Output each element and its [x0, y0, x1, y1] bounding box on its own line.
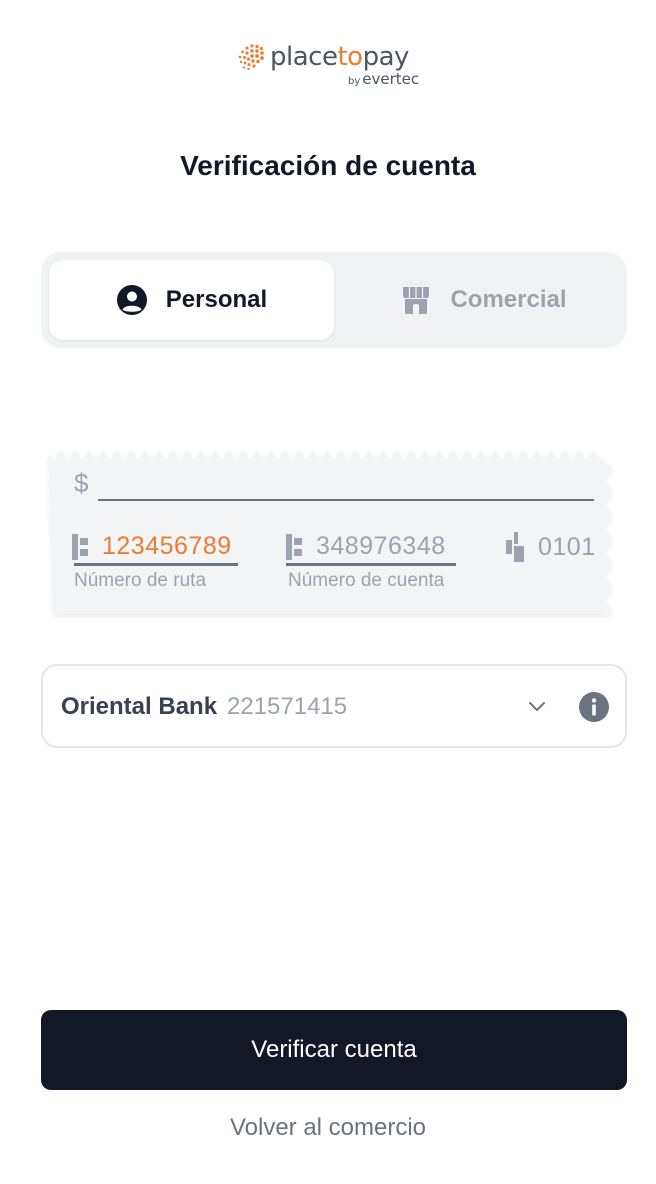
check-illustration: $ 123456789 Número de ruta 348976348 Núm… [46, 446, 614, 618]
user-circle-icon [116, 285, 147, 315]
account-number-value: 348976348 [316, 532, 446, 560]
tab-comercial-label: Comercial [450, 286, 567, 313]
check-number-value: 0101 [538, 532, 596, 561]
logo-dots-icon [238, 44, 264, 71]
info-icon[interactable] [578, 691, 610, 723]
tab-comercial[interactable]: Comercial [341, 260, 626, 340]
micr-on-us-icon [506, 532, 524, 562]
account-number-label: Número de cuenta [288, 570, 445, 591]
account-number: 348976348 [286, 532, 446, 561]
verify-account-button[interactable]: Verificar cuenta [41, 1010, 627, 1090]
account-underline [286, 563, 456, 566]
routing-number-label: Número de ruta [74, 570, 207, 591]
micr-transit-icon [72, 533, 88, 560]
micr-transit-icon [286, 533, 302, 560]
check-number: 0101 [506, 532, 596, 562]
amount-line [98, 499, 594, 501]
storefront-icon [403, 287, 430, 314]
routing-number: 123456789 [72, 532, 232, 561]
page-title: Verificación de cuenta [180, 150, 476, 181]
routing-underline [74, 563, 238, 566]
chevron-down-icon[interactable] [527, 696, 547, 716]
routing-number-value: 123456789 [102, 532, 232, 560]
bank-name: Oriental Bank [61, 693, 218, 720]
tab-personal-label: Personal [165, 286, 268, 313]
tab-personal[interactable]: Personal [49, 260, 334, 340]
bank-select[interactable]: Oriental Bank 221571415 [41, 664, 627, 748]
brand-wordmark: placetopay [270, 42, 409, 72]
brand-subtitle: by evertec [348, 70, 420, 88]
account-type-toggle: Personal Comercial [41, 252, 627, 348]
bank-routing-code: 221571415 [227, 693, 348, 720]
back-to-merchant-link[interactable]: Volver al comercio [0, 1114, 656, 1142]
currency-symbol: $ [74, 468, 89, 498]
brand-logo: placetopay by evertec [0, 40, 656, 90]
